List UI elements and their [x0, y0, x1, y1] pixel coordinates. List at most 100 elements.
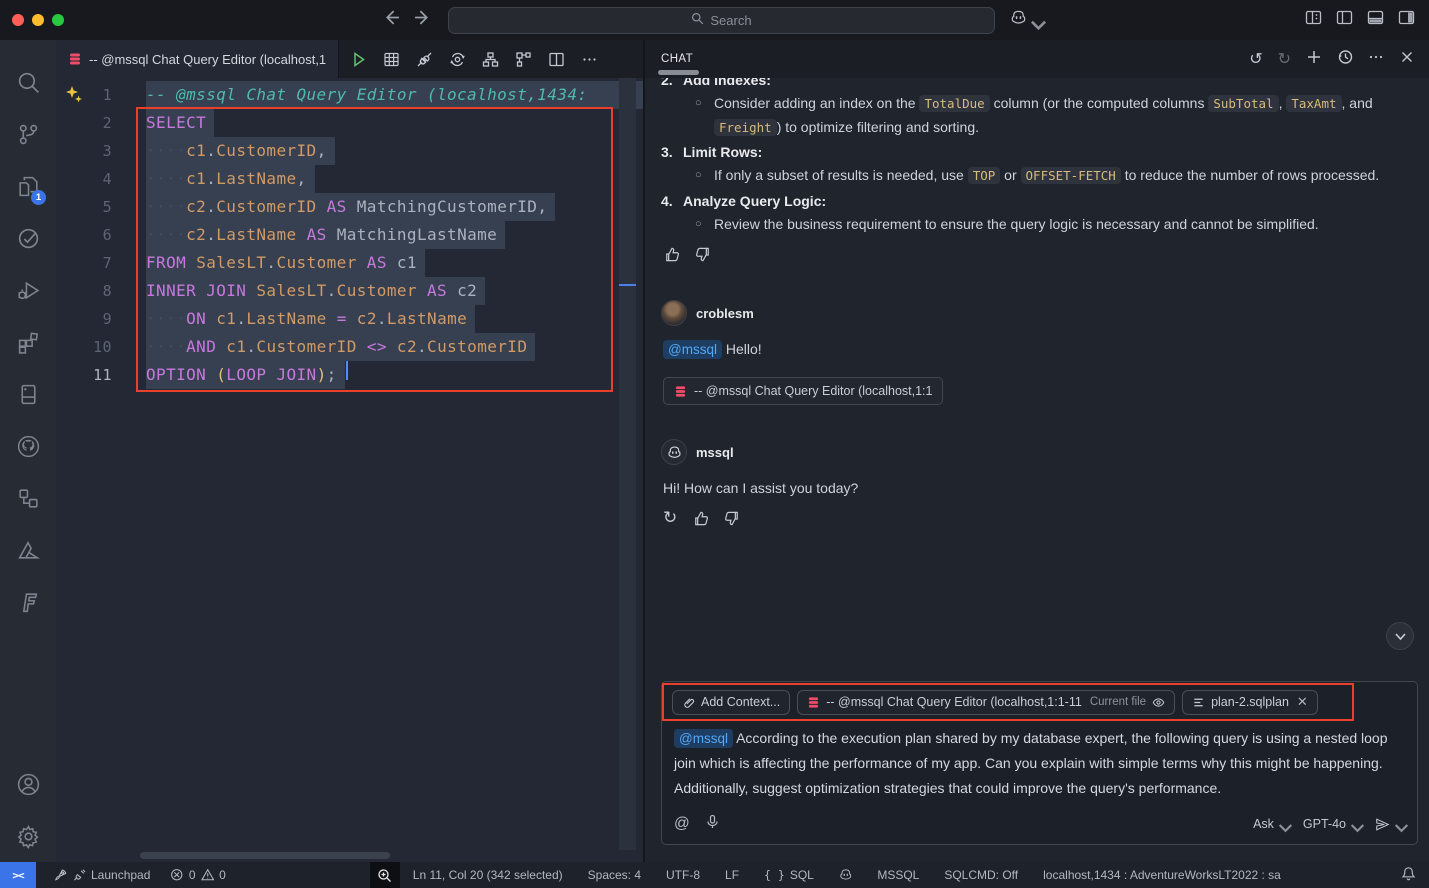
- code-line[interactable]: 6····c2.LastName AS MatchingLastName: [56, 221, 643, 249]
- problems-status[interactable]: 0 0: [168, 868, 227, 882]
- chat-input-text[interactable]: @mssql According to the execution plan s…: [662, 717, 1417, 805]
- more-actions-icon[interactable]: [576, 46, 602, 72]
- disconnect-icon[interactable]: [411, 46, 437, 72]
- notifications-bell-icon[interactable]: [1401, 866, 1416, 884]
- send-button[interactable]: [1375, 817, 1403, 832]
- model-dropdown[interactable]: GPT-4o: [1303, 817, 1359, 831]
- code-line[interactable]: 5····c2.CustomerID AS MatchingCustomerID…: [56, 193, 643, 221]
- language-mode-status[interactable]: { }SQL: [762, 868, 816, 882]
- editor-tab[interactable]: -- @mssql Chat Query Editor (localhost,1: [56, 40, 339, 78]
- minimize-window-button[interactable]: [32, 14, 44, 26]
- context-chips-row: Add Context... -- @mssql Chat Query Edit…: [662, 682, 1417, 717]
- cursor-position-status[interactable]: Ln 11, Col 20 (342 selected): [411, 868, 565, 882]
- remote-indicator[interactable]: ><: [0, 862, 36, 888]
- user-name: croblesm: [696, 306, 754, 321]
- eye-icon[interactable]: [1152, 696, 1165, 709]
- mssql-status[interactable]: MSSQL: [875, 868, 921, 882]
- code-line[interactable]: 7FROM SalesLT.Customer AS c1: [56, 249, 643, 277]
- chat-input-container[interactable]: Add Context... -- @mssql Chat Query Edit…: [661, 681, 1418, 846]
- database-view-icon[interactable]: [4, 368, 52, 420]
- eol-status[interactable]: LF: [723, 868, 741, 882]
- assistant-list-item: 2.Add Indexes:○Consider adding an index …: [661, 78, 1411, 139]
- query-history-icon[interactable]: [4, 212, 52, 264]
- line-number: 2: [56, 109, 112, 137]
- code-line[interactable]: 1-- @mssql Chat Query Editor (localhost,…: [56, 81, 643, 109]
- mode-dropdown[interactable]: Ask: [1253, 817, 1287, 831]
- title-bar: Search: [0, 0, 1429, 40]
- settings-gear-icon[interactable]: [4, 810, 52, 862]
- launchpad-status[interactable]: Launchpad: [52, 868, 152, 882]
- extensions-icon[interactable]: [4, 316, 52, 368]
- thumbs-down-icon[interactable]: [724, 510, 741, 530]
- code-line[interactable]: 2SELECT: [56, 109, 643, 137]
- query-plan-icon[interactable]: [477, 46, 503, 72]
- add-context-button[interactable]: Add Context...: [672, 690, 790, 715]
- code-line[interactable]: 3····c1.CustomerID,: [56, 137, 643, 165]
- copilot-status-icon[interactable]: [837, 868, 855, 882]
- current-file-context-chip[interactable]: -- @mssql Chat Query Editor (localhost,1…: [797, 690, 1175, 715]
- forward-icon[interactable]: [414, 9, 431, 31]
- sqlplan-context-chip[interactable]: plan-2.sqlplan ✕: [1182, 690, 1318, 715]
- sqlcmd-status[interactable]: SQLCMD: Off: [942, 868, 1020, 882]
- selected-code: ····c2.LastName AS MatchingLastName: [146, 221, 505, 249]
- errors-icon: [170, 868, 184, 882]
- code-line[interactable]: 10····AND c1.CustomerID <> c2.CustomerID: [56, 333, 643, 361]
- code-editor[interactable]: 1-- @mssql Chat Query Editor (localhost,…: [56, 78, 643, 862]
- retry-icon[interactable]: ↻: [663, 510, 677, 530]
- undo-icon[interactable]: ↺: [1249, 51, 1262, 67]
- thumbs-down-icon[interactable]: [695, 246, 712, 266]
- split-editor-icon[interactable]: [543, 46, 569, 72]
- toggle-primary-sidebar-icon[interactable]: [1336, 9, 1353, 31]
- schema-designer-icon[interactable]: [510, 46, 536, 72]
- copilot-sparkle-icon[interactable]: [64, 85, 84, 105]
- close-chat-icon[interactable]: [1399, 49, 1415, 70]
- code-line[interactable]: 11OPTION (LOOP JOIN);: [56, 361, 643, 389]
- copilot-menu-button[interactable]: [1010, 9, 1039, 31]
- connection-status[interactable]: localhost,1434 : AdventureWorksLT2022 : …: [1041, 868, 1283, 882]
- scroll-to-bottom-button[interactable]: [1386, 622, 1414, 650]
- source-control-icon[interactable]: [4, 108, 52, 160]
- customize-layout-icon[interactable]: [1305, 9, 1322, 31]
- explorer-icon[interactable]: 1: [4, 160, 52, 212]
- code-line[interactable]: 4····c1.LastName,: [56, 165, 643, 193]
- code-line[interactable]: 8INNER JOIN SalesLT.Customer AS c2: [56, 277, 643, 305]
- message-attachment-chip[interactable]: -- @mssql Chat Query Editor (localhost,1…: [663, 377, 943, 405]
- redo-icon[interactable]: ↻: [1278, 51, 1291, 67]
- toggle-panel-icon[interactable]: [1367, 9, 1384, 31]
- chat-more-actions-icon[interactable]: [1368, 49, 1384, 70]
- editor-vertical-scrollbar[interactable]: [619, 78, 636, 850]
- editor-horizontal-scrollbar[interactable]: [140, 852, 390, 859]
- run-debug-icon[interactable]: [4, 264, 52, 316]
- indentation-status[interactable]: Spaces: 4: [586, 868, 643, 882]
- chat-message-list[interactable]: 2.Add Indexes:○Consider adding an index …: [645, 78, 1429, 681]
- zoom-window-button[interactable]: [52, 14, 64, 26]
- chevron-down-icon: [1394, 630, 1407, 643]
- thumbs-up-icon[interactable]: [692, 510, 709, 530]
- microphone-icon[interactable]: [705, 814, 720, 834]
- toggle-secondary-sidebar-icon[interactable]: [1398, 9, 1415, 31]
- new-chat-icon[interactable]: [1306, 49, 1322, 70]
- mssql-mention-chip[interactable]: @mssql: [663, 340, 722, 359]
- zoom-indicator: [370, 862, 400, 888]
- code-line[interactable]: 9····ON c1.LastName = c2.LastName: [56, 305, 643, 333]
- remote-explorer-icon[interactable]: [4, 472, 52, 524]
- results-grid-icon[interactable]: [378, 46, 404, 72]
- encoding-status[interactable]: UTF-8: [664, 868, 702, 882]
- search-view-icon[interactable]: [4, 56, 52, 108]
- thumbs-up-icon[interactable]: [663, 246, 680, 266]
- command-center-search[interactable]: Search: [448, 7, 995, 34]
- remove-context-icon[interactable]: ✕: [1297, 695, 1308, 710]
- github-icon[interactable]: [4, 420, 52, 472]
- execute-query-icon[interactable]: [345, 46, 371, 72]
- close-window-button[interactable]: [12, 14, 24, 26]
- estimated-plan-icon[interactable]: [444, 46, 470, 72]
- send-icon: [1375, 817, 1390, 832]
- chat-history-icon[interactable]: [1337, 49, 1353, 70]
- back-icon[interactable]: [383, 9, 400, 31]
- flyway-icon[interactable]: [4, 576, 52, 628]
- chevron-down-icon: [1394, 820, 1403, 829]
- mention-icon[interactable]: @: [674, 815, 690, 833]
- azure-icon[interactable]: [4, 524, 52, 576]
- account-icon[interactable]: [4, 758, 52, 810]
- line-number: 7: [56, 249, 112, 277]
